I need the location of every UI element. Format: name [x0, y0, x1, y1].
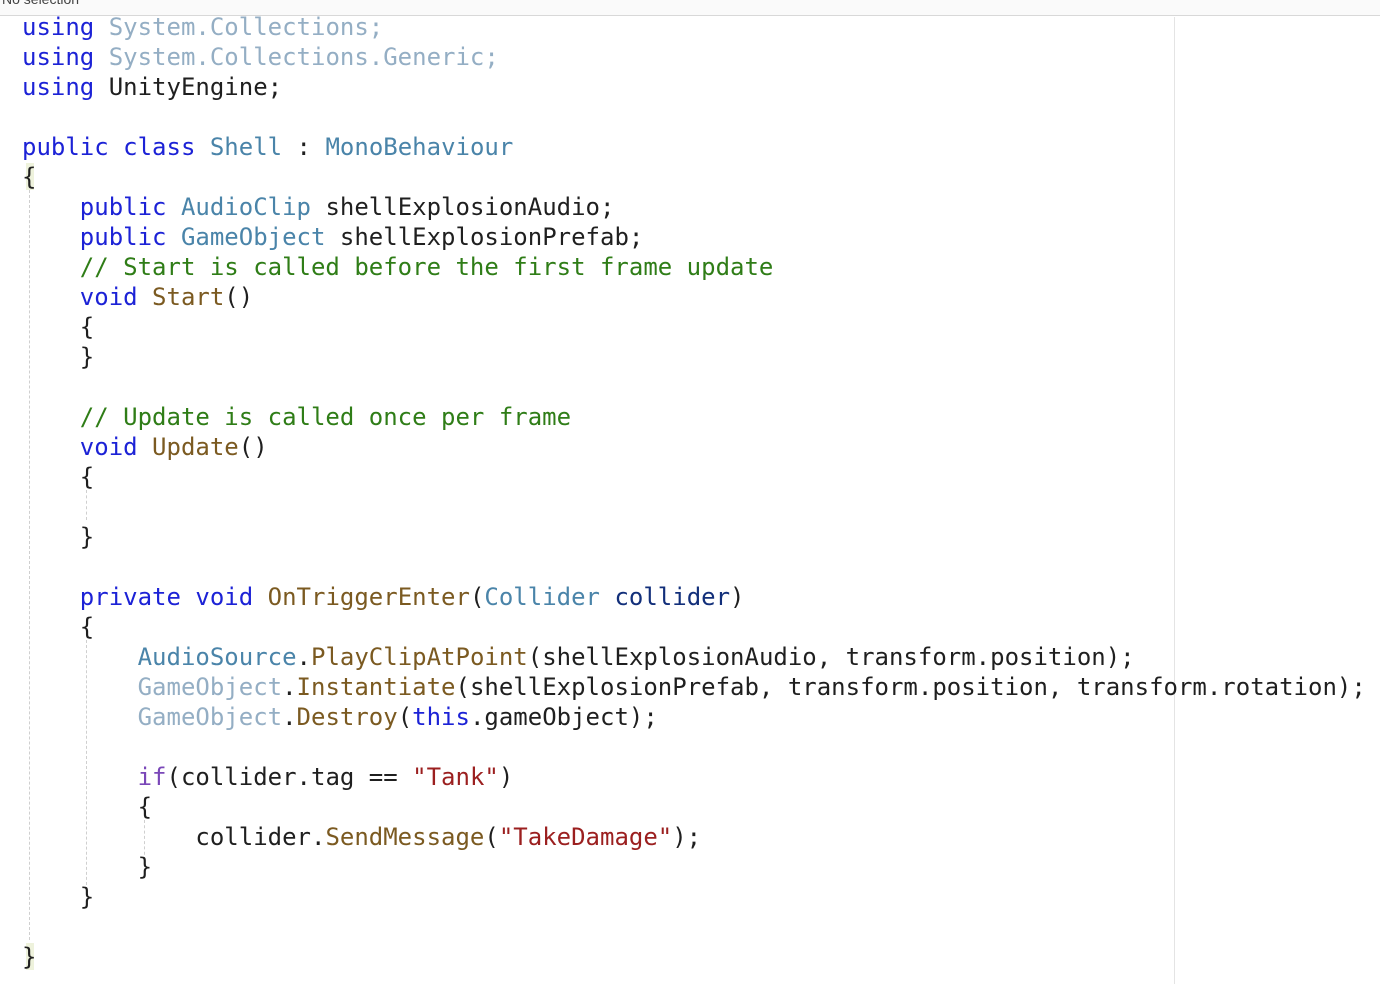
code-line[interactable]: { [22, 612, 1366, 642]
code-line[interactable]: } [22, 852, 1366, 882]
code-line[interactable] [22, 372, 1366, 402]
code-line[interactable]: using System.Collections; [22, 12, 1366, 42]
code-line[interactable]: void Start() [22, 282, 1366, 312]
code-line[interactable]: public GameObject shellExplosionPrefab; [22, 222, 1366, 252]
code-line[interactable]: public AudioClip shellExplosionAudio; [22, 192, 1366, 222]
code-line[interactable]: using UnityEngine; [22, 72, 1366, 102]
code-line[interactable]: using System.Collections.Generic; [22, 42, 1366, 72]
code-line[interactable] [22, 912, 1366, 942]
code-line[interactable]: // Start is called before the first fram… [22, 252, 1366, 282]
code-line[interactable]: { [22, 162, 1366, 192]
code-line[interactable]: { [22, 792, 1366, 822]
code-line[interactable]: public class Shell : MonoBehaviour [22, 132, 1366, 162]
code-line[interactable]: if(collider.tag == "Tank") [22, 762, 1366, 792]
code-line[interactable] [22, 552, 1366, 582]
code-line[interactable]: AudioSource.PlayClipAtPoint(shellExplosi… [22, 642, 1366, 672]
code-line[interactable]: // Update is called once per frame [22, 402, 1366, 432]
code-line[interactable]: GameObject.Instantiate(shellExplosionPre… [22, 672, 1366, 702]
code-line[interactable]: } [22, 942, 1366, 972]
code-line[interactable]: } [22, 882, 1366, 912]
code-line[interactable]: } [22, 522, 1366, 552]
code-line[interactable]: { [22, 312, 1366, 342]
code-line[interactable]: GameObject.Destroy(this.gameObject); [22, 702, 1366, 732]
code-line[interactable]: } [22, 342, 1366, 372]
code-lines[interactable]: using System.Collections; using System.C… [22, 12, 1366, 972]
code-line[interactable]: collider.SendMessage("TakeDamage"); [22, 822, 1366, 852]
code-line[interactable] [22, 732, 1366, 762]
code-line[interactable]: { [22, 462, 1366, 492]
code-line[interactable] [22, 492, 1366, 522]
code-line[interactable]: void Update() [22, 432, 1366, 462]
code-editor[interactable]: No selection using System.Collections; u… [0, 0, 1380, 984]
code-line[interactable]: private void OnTriggerEnter(Collider col… [22, 582, 1366, 612]
code-line[interactable] [22, 102, 1366, 132]
